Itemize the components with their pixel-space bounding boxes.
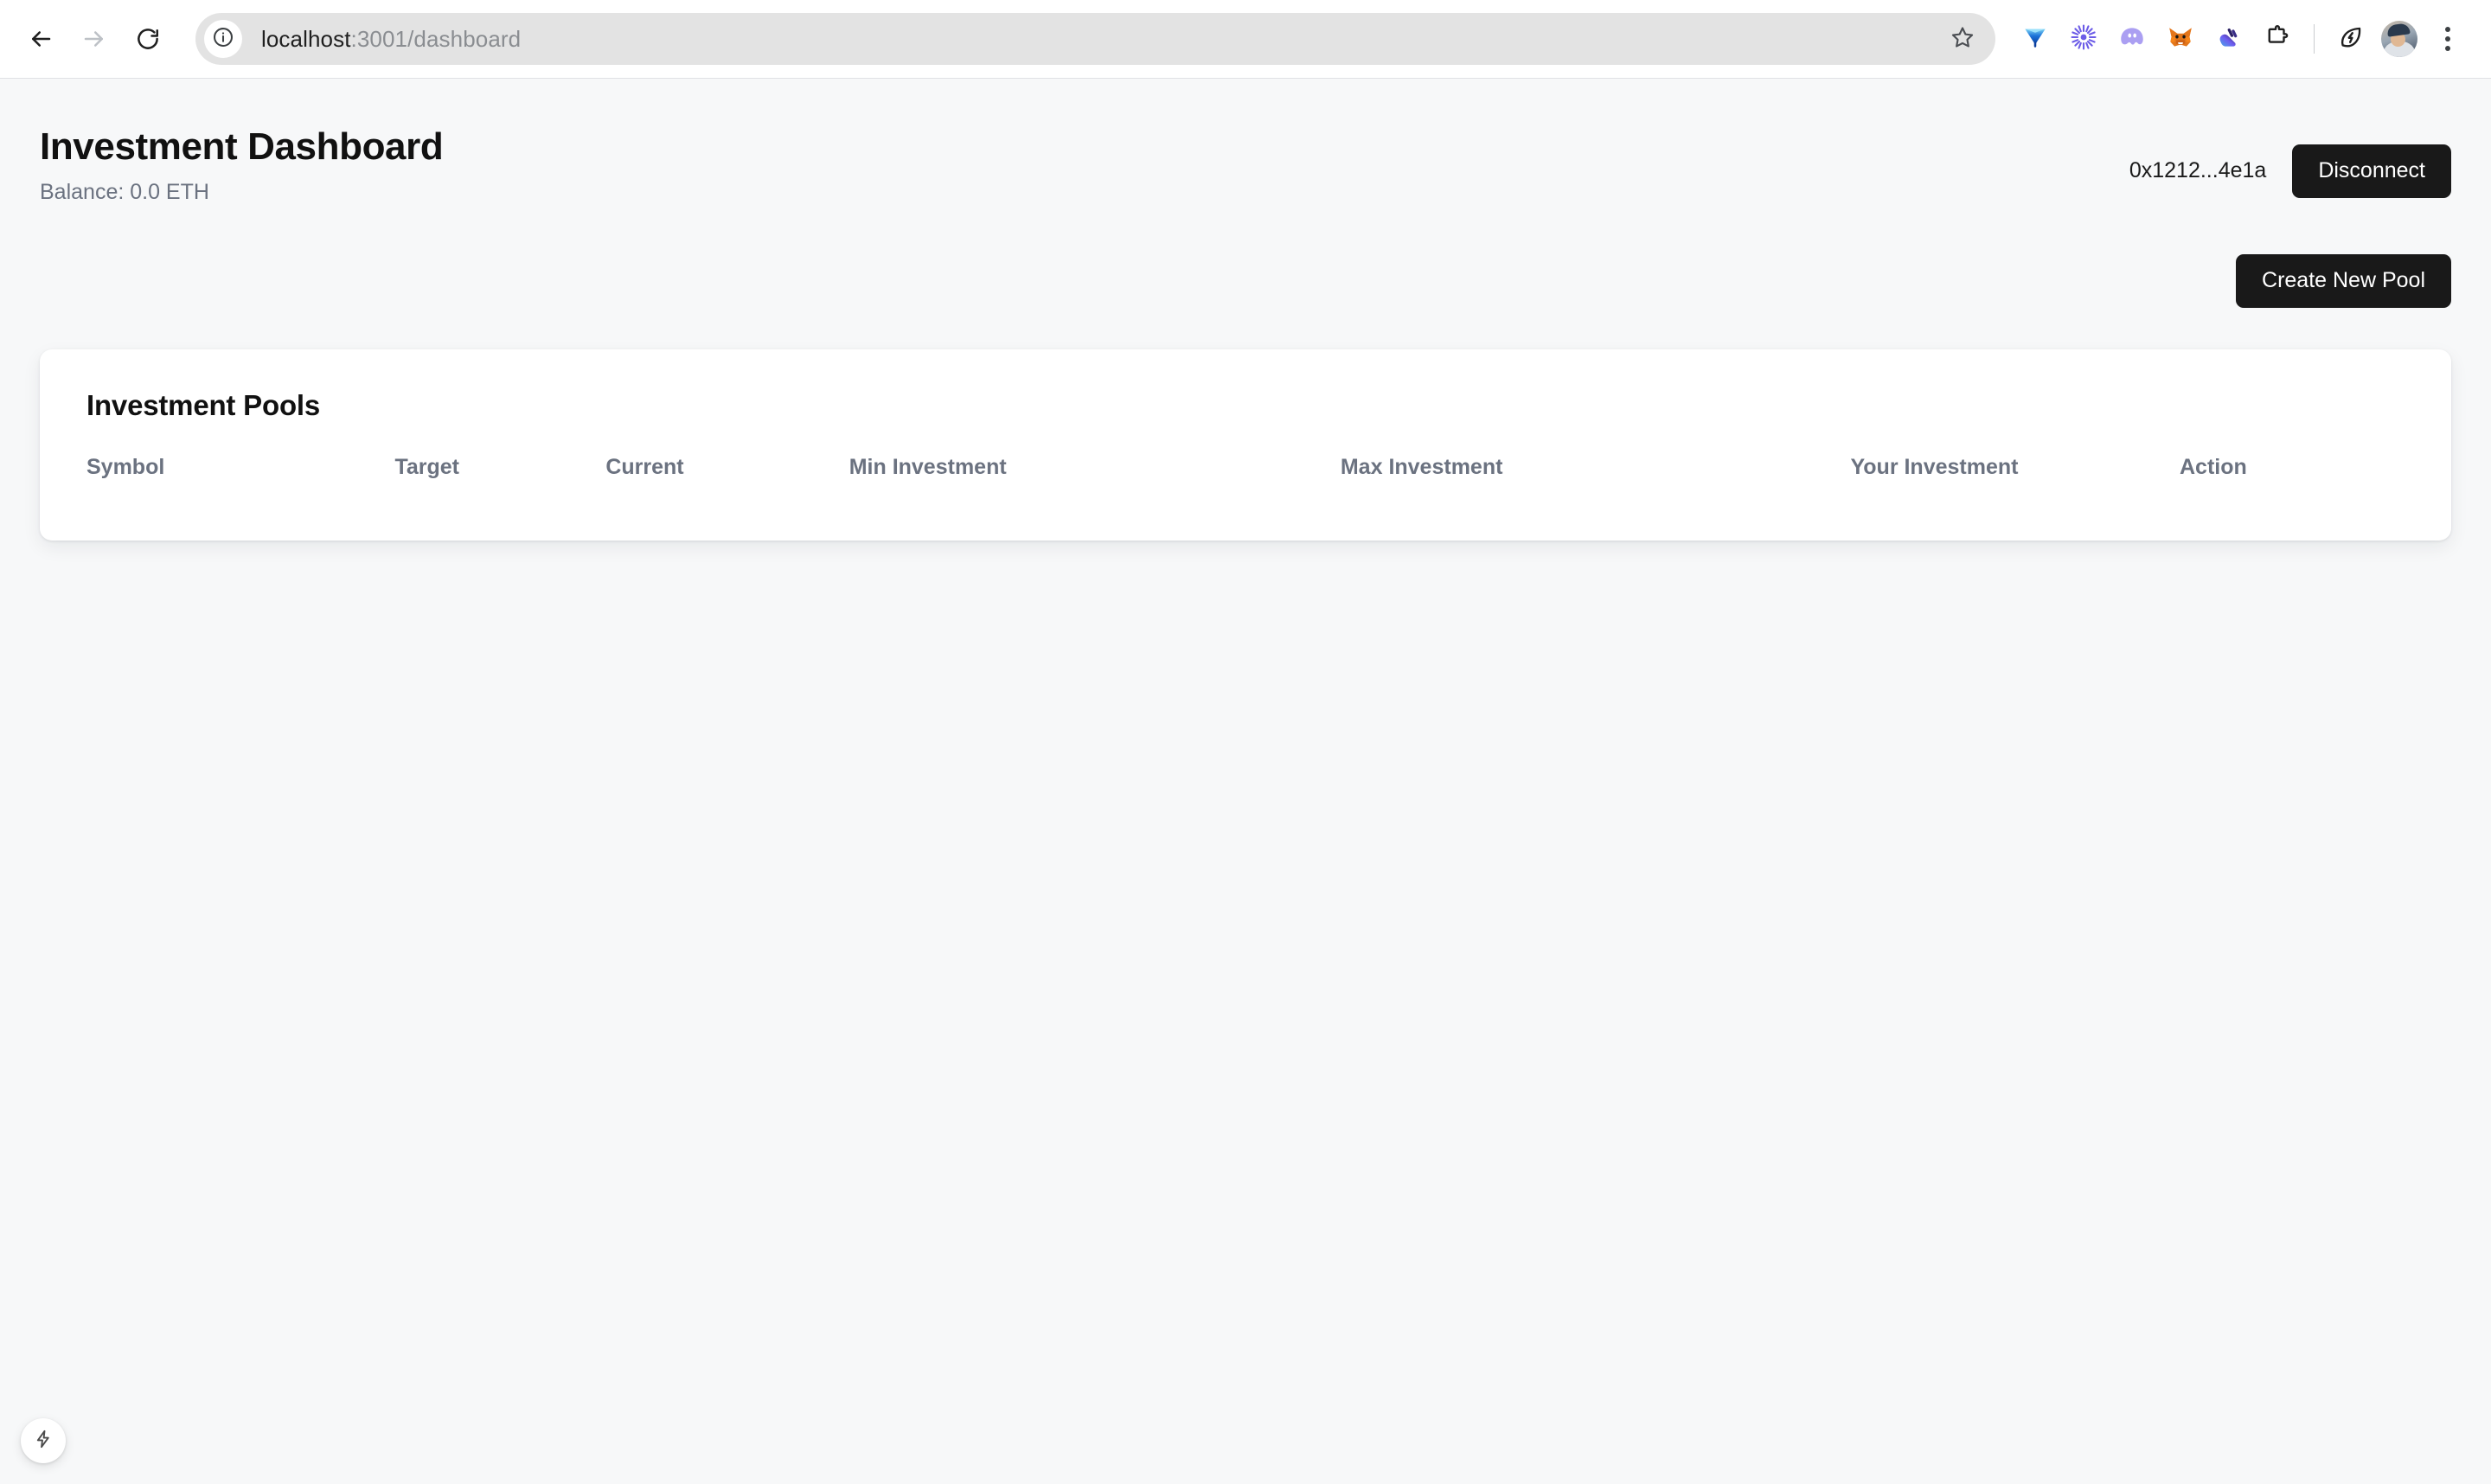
url-host: localhost (261, 26, 351, 52)
extension-gem-button[interactable] (2011, 15, 2059, 63)
dev-tools-indicator-button[interactable] (21, 1418, 66, 1463)
column-header-target[interactable]: Target (394, 455, 605, 489)
arrow-right-icon (81, 26, 107, 52)
avatar (2381, 21, 2417, 57)
reload-button[interactable] (121, 12, 175, 66)
info-circle-icon (212, 26, 234, 53)
extension-metamask-button[interactable] (2156, 15, 2205, 63)
extension-tray (2011, 15, 2469, 63)
toolbar-divider (2314, 24, 2315, 54)
pools-table-head: Symbol Target Current Min Investment Max… (86, 455, 2405, 489)
site-info-button[interactable] (204, 20, 242, 58)
reload-icon (135, 26, 161, 52)
profile-button[interactable] (2375, 15, 2424, 63)
column-header-current[interactable]: Current (605, 455, 848, 489)
back-button[interactable] (14, 12, 67, 66)
ghost-icon (2117, 22, 2147, 56)
page-header: Investment Dashboard Balance: 0.0 ETH 0x… (40, 125, 2451, 205)
column-header-symbol[interactable]: Symbol (86, 455, 394, 489)
pools-table: Symbol Target Current Min Investment Max… (86, 455, 2405, 489)
column-header-action: Action (2180, 454, 2247, 479)
page-title: Investment Dashboard (40, 125, 444, 168)
column-header-your-investment[interactable]: Your Investment (1850, 455, 2180, 489)
sunburst-icon (2070, 23, 2097, 55)
extension-sunburst-button[interactable] (2059, 15, 2108, 63)
wallet-address: 0x1212...4e1a (2129, 158, 2267, 183)
disconnect-button[interactable]: Disconnect (2292, 144, 2451, 198)
column-header-max-investment[interactable]: Max Investment (1341, 455, 1851, 489)
gem-icon (2020, 22, 2050, 56)
extension-phantom-button[interactable] (2108, 15, 2156, 63)
card-title: Investment Pools (86, 388, 321, 421)
balance-text: Balance: 0.0 ETH (40, 180, 209, 205)
wallet-area: 0x1212...4e1a Disconnect (2129, 144, 2451, 198)
url-text: localhost:3001/dashboard (261, 28, 521, 50)
three-dot-menu-icon (2445, 27, 2450, 51)
forward-button[interactable] (67, 12, 121, 66)
puzzle-piece-icon (2264, 24, 2290, 54)
leaf-bolt-icon (2338, 24, 2364, 54)
url-path: :3001/dashboard (350, 26, 522, 52)
lightning-bolt-icon (33, 1429, 54, 1454)
page-body: Investment Dashboard Balance: 0.0 ETH 0x… (0, 79, 2491, 1484)
extensions-menu-button[interactable] (2253, 15, 2302, 63)
bookmark-button[interactable] (1942, 18, 1983, 60)
pools-table-header-row: Symbol Target Current Min Investment Max… (86, 455, 2405, 489)
star-icon (1950, 25, 1975, 54)
leaf-bolt-button[interactable] (2327, 15, 2375, 63)
create-new-pool-button[interactable]: Create New Pool (2236, 254, 2451, 308)
hand-wave-icon (2214, 22, 2244, 56)
arrow-left-icon (28, 26, 54, 52)
browser-toolbar: localhost:3001/dashboard (0, 0, 2491, 79)
browser-menu-button[interactable] (2427, 15, 2469, 63)
fox-icon (2166, 22, 2195, 56)
investment-pools-card: Investment Pools Symbol Target Current M… (40, 349, 2451, 541)
extension-rabby-button[interactable] (2205, 15, 2253, 63)
column-header-min-investment[interactable]: Min Investment (849, 455, 1341, 489)
page-header-left: Investment Dashboard Balance: 0.0 ETH (40, 125, 444, 205)
primary-action-row: Create New Pool (40, 254, 2451, 308)
address-bar[interactable]: localhost:3001/dashboard (195, 13, 1995, 65)
